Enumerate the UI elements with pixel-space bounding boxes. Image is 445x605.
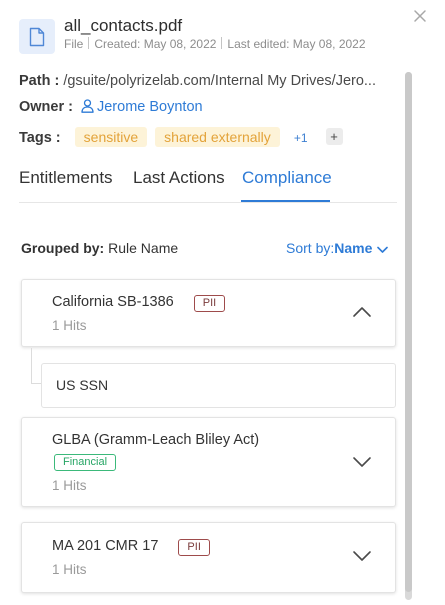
sort-label: Sort by: xyxy=(286,240,335,256)
created-date: Created: May 08, 2022 xyxy=(94,37,217,51)
path-row: Path : /gsuite/polyrizelab.com/Internal … xyxy=(19,73,376,89)
rule-child-name: US SSN xyxy=(56,377,109,393)
path-value: /gsuite/polyrizelab.com/Internal My Driv… xyxy=(63,73,376,89)
user-icon xyxy=(81,99,94,113)
meta-divider xyxy=(221,37,223,49)
financial-badge: Financial xyxy=(54,454,117,471)
file-name: all_contacts.pdf xyxy=(64,16,183,35)
grouped-by-label: Grouped by: xyxy=(21,240,105,256)
edited-date: Last edited: May 08, 2022 xyxy=(227,37,366,51)
document-icon xyxy=(29,27,45,46)
rule-hits: 1 Hits xyxy=(52,478,87,493)
rule-card-glba[interactable]: GLBA (Gramm-Leach Bliley Act) Financial … xyxy=(21,417,396,507)
file-meta: File Created: May 08, 2022 Last edited: Ma… xyxy=(64,37,366,51)
owner-link[interactable]: Jerome Boynton xyxy=(97,99,203,115)
owner-label: Owner : xyxy=(19,99,73,115)
rule-name: MA 201 CMR 17 xyxy=(52,538,159,554)
rule-hits: 1 Hits xyxy=(52,562,87,577)
grouped-by-value: Rule Name xyxy=(108,240,179,256)
scrollbar-track[interactable] xyxy=(405,72,412,600)
rule-title: California SB-1386 PII xyxy=(52,294,226,312)
rule-card-california-sb-1386[interactable]: California SB-1386 PII 1 Hits xyxy=(21,279,396,347)
pii-badge: PII xyxy=(178,539,210,556)
rule-name: GLBA (Gramm-Leach Bliley Act) xyxy=(52,432,260,448)
tags-row: Tags : sensitive shared externally +1 + xyxy=(19,127,343,147)
more-tags-count[interactable]: +1 xyxy=(294,131,308,145)
rule-child-item[interactable]: US SSN xyxy=(41,363,396,408)
detail-tabs: Entitlements Last Actions Compliance xyxy=(19,168,397,203)
tab-entitlements[interactable]: Entitlements xyxy=(19,168,113,188)
meta-divider xyxy=(88,37,90,49)
owner-row: Owner : Jerome Boynton xyxy=(19,99,203,115)
tag-sensitive[interactable]: sensitive xyxy=(74,127,148,147)
path-label: Path : xyxy=(19,73,60,89)
rule-card-ma-201-cmr-17[interactable]: MA 201 CMR 17 PII 1 Hits xyxy=(21,522,396,593)
file-type-label: File xyxy=(64,37,84,51)
sort-value: Name xyxy=(334,240,373,256)
file-type-icon-box xyxy=(19,19,55,54)
sort-dropdown[interactable]: Sort by:Name xyxy=(286,240,389,256)
chevron-down-icon[interactable] xyxy=(352,550,372,562)
grouped-by: Grouped by: Rule Name xyxy=(21,240,178,256)
file-details-panel: all_contacts.pdf File Created: May 08, 20… xyxy=(0,0,445,605)
chevron-up-icon[interactable] xyxy=(352,306,372,318)
tags-label: Tags : xyxy=(19,130,61,146)
chevron-down-icon[interactable] xyxy=(352,456,372,468)
close-icon[interactable] xyxy=(411,7,429,25)
rule-name: California SB-1386 xyxy=(52,294,174,310)
rule-hits: 1 Hits xyxy=(52,318,87,333)
active-tab-indicator xyxy=(241,200,330,202)
chevron-down-icon xyxy=(377,246,389,253)
rule-title: MA 201 CMR 17 PII xyxy=(52,538,210,556)
tag-shared-externally[interactable]: shared externally xyxy=(155,127,280,147)
add-tag-button[interactable]: + xyxy=(325,128,343,145)
pii-badge: PII xyxy=(193,295,226,312)
tab-last-actions[interactable]: Last Actions xyxy=(133,168,225,188)
scrollbar-thumb[interactable] xyxy=(405,72,412,592)
tab-compliance[interactable]: Compliance xyxy=(242,168,332,188)
